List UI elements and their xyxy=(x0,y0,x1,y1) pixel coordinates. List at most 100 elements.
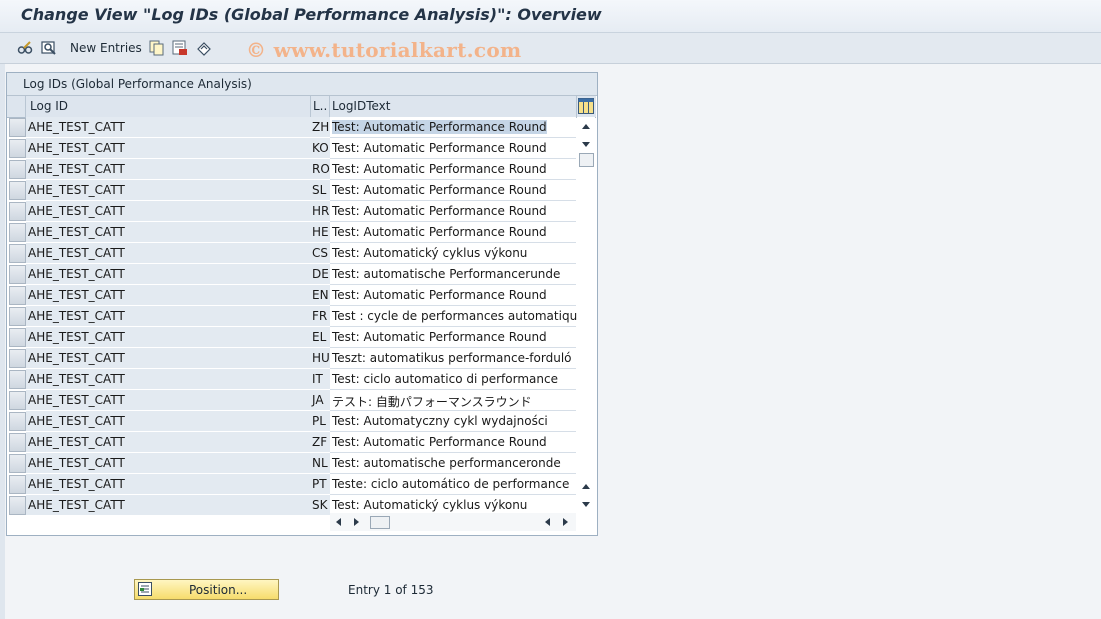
logid-text-cell[interactable]: Test: Automatyczny cykl wydajności xyxy=(330,411,576,432)
row-selector[interactable] xyxy=(9,265,26,284)
language-cell[interactable]: RO xyxy=(311,159,330,180)
log-id-cell[interactable]: AHE_TEST_CATT xyxy=(26,264,311,285)
table-row[interactable]: AHE_TEST_CATT PL Test: Automatyczny cykl… xyxy=(7,411,597,432)
row-selector[interactable] xyxy=(9,454,26,473)
copy-icon[interactable] xyxy=(149,40,165,56)
row-selector[interactable] xyxy=(9,433,26,452)
row-selector[interactable] xyxy=(9,202,26,221)
table-row[interactable]: AHE_TEST_CATT KO Test: Automatic Perform… xyxy=(7,138,597,159)
table-row[interactable]: AHE_TEST_CATT NL Test: automatische perf… xyxy=(7,453,597,474)
language-cell[interactable]: EN xyxy=(311,285,330,306)
row-selector[interactable] xyxy=(9,370,26,389)
logid-text-cell[interactable]: Test: Automatic Performance Round xyxy=(330,327,576,348)
display-change-icon[interactable] xyxy=(41,40,57,56)
scroll-right-icon[interactable] xyxy=(354,518,359,526)
row-selector[interactable] xyxy=(9,412,26,431)
table-row[interactable]: AHE_TEST_CATT IT Test: ciclo automatico … xyxy=(7,369,597,390)
language-cell[interactable]: KO xyxy=(311,138,330,159)
logid-text-cell[interactable]: Test: Automatic Performance Round xyxy=(330,222,576,243)
log-id-cell[interactable]: AHE_TEST_CATT xyxy=(26,180,311,201)
log-id-cell[interactable]: AHE_TEST_CATT xyxy=(26,348,311,369)
log-id-cell[interactable]: AHE_TEST_CATT xyxy=(26,117,311,138)
vertical-scrollbar[interactable] xyxy=(577,117,595,513)
logid-text-cell[interactable]: Teszt: automatikus performance-forduló xyxy=(330,348,576,369)
table-row[interactable]: AHE_TEST_CATT EL Test: Automatic Perform… xyxy=(7,327,597,348)
row-selector[interactable] xyxy=(9,496,26,515)
language-cell[interactable]: EL xyxy=(311,327,330,348)
language-cell[interactable]: CS xyxy=(311,243,330,264)
log-id-cell[interactable]: AHE_TEST_CATT xyxy=(26,474,311,495)
language-cell[interactable]: HU xyxy=(311,348,330,369)
scroll-left-icon[interactable] xyxy=(336,518,341,526)
column-header-logid-text[interactable]: LogIDText xyxy=(330,96,577,118)
logid-text-cell[interactable]: Test: automatische Performancerunde xyxy=(330,264,576,285)
table-row[interactable]: AHE_TEST_CATT JA テスト: 自動パフォーマンスラウンド xyxy=(7,390,597,411)
row-selector[interactable] xyxy=(9,139,26,158)
language-cell[interactable]: PT xyxy=(311,474,330,495)
log-id-cell[interactable]: AHE_TEST_CATT xyxy=(26,201,311,222)
scroll-right-end-icon[interactable] xyxy=(563,518,568,526)
row-selector[interactable] xyxy=(9,181,26,200)
scroll-page-up-icon[interactable] xyxy=(582,484,590,489)
glasses-edit-icon[interactable] xyxy=(17,40,33,56)
language-cell[interactable]: PL xyxy=(311,411,330,432)
row-selector[interactable] xyxy=(9,223,26,242)
language-cell[interactable]: DE xyxy=(311,264,330,285)
row-selector[interactable] xyxy=(9,328,26,347)
table-row[interactable]: AHE_TEST_CATT FR Test : cycle de perform… xyxy=(7,306,597,327)
row-selector[interactable] xyxy=(9,307,26,326)
log-id-cell[interactable]: AHE_TEST_CATT xyxy=(26,432,311,453)
logid-text-cell[interactable]: Teste: ciclo automático de performance xyxy=(330,474,576,495)
table-row[interactable]: AHE_TEST_CATT HR Test: Automatic Perform… xyxy=(7,201,597,222)
table-row[interactable]: AHE_TEST_CATT EN Test: Automatic Perform… xyxy=(7,285,597,306)
logid-text-cell[interactable]: Test: Automatic Performance Round xyxy=(330,138,576,159)
log-id-cell[interactable]: AHE_TEST_CATT xyxy=(26,369,311,390)
language-cell[interactable]: NL xyxy=(311,453,330,474)
language-cell[interactable]: HR xyxy=(311,201,330,222)
language-cell[interactable]: FR xyxy=(311,306,330,327)
logid-text-cell[interactable]: Test: ciclo automatico di performance xyxy=(330,369,576,390)
horizontal-scrollbar[interactable] xyxy=(330,513,576,531)
table-row[interactable]: AHE_TEST_CATT ZH Test: Automatic Perform… xyxy=(7,117,597,138)
table-row[interactable]: AHE_TEST_CATT HU Teszt: automatikus perf… xyxy=(7,348,597,369)
logid-text-cell[interactable]: テスト: 自動パフォーマンスラウンド xyxy=(330,390,576,411)
row-selector[interactable] xyxy=(9,244,26,263)
row-selector[interactable] xyxy=(9,118,26,137)
log-id-cell[interactable]: AHE_TEST_CATT xyxy=(26,222,311,243)
scroll-left-end-icon[interactable] xyxy=(545,518,550,526)
language-cell[interactable]: HE xyxy=(311,222,330,243)
logid-text-cell[interactable]: Test : cycle de performances automatique xyxy=(330,306,585,327)
scroll-thumb[interactable] xyxy=(579,153,594,167)
language-cell[interactable]: ZF xyxy=(311,432,330,453)
log-id-cell[interactable]: AHE_TEST_CATT xyxy=(26,453,311,474)
undo-icon[interactable] xyxy=(196,40,212,56)
table-row[interactable]: AHE_TEST_CATT RO Test: Automatic Perform… xyxy=(7,159,597,180)
row-selector[interactable] xyxy=(9,349,26,368)
logid-text-cell[interactable]: Test: Automatic Performance Round xyxy=(330,201,576,222)
language-cell[interactable]: SL xyxy=(311,180,330,201)
row-selector[interactable] xyxy=(9,160,26,179)
select-all-header[interactable] xyxy=(7,96,26,118)
column-header-log-id[interactable]: Log ID xyxy=(26,96,311,118)
delete-icon[interactable] xyxy=(172,40,188,56)
new-entries-button[interactable]: New Entries xyxy=(70,41,142,55)
logid-text-cell[interactable]: Test: Automatický cyklus výkonu xyxy=(330,243,576,264)
scroll-page-down-icon[interactable] xyxy=(582,142,590,147)
row-selector[interactable] xyxy=(9,286,26,305)
position-button[interactable]: Position... xyxy=(134,579,279,600)
column-settings-button[interactable] xyxy=(577,96,596,118)
logid-text-cell[interactable]: Test: Automatic Performance Round xyxy=(330,159,576,180)
row-selector[interactable] xyxy=(9,391,26,410)
h-scroll-thumb[interactable] xyxy=(370,516,390,529)
language-cell[interactable]: IT xyxy=(311,369,330,390)
scroll-up-icon[interactable] xyxy=(582,124,590,129)
logid-text-cell[interactable]: Test: Automatic Performance Round xyxy=(330,180,576,201)
language-cell[interactable]: JA xyxy=(311,390,330,411)
log-id-cell[interactable]: AHE_TEST_CATT xyxy=(26,285,311,306)
table-row[interactable]: AHE_TEST_CATT SL Test: Automatic Perform… xyxy=(7,180,597,201)
log-id-cell[interactable]: AHE_TEST_CATT xyxy=(26,411,311,432)
log-id-cell[interactable]: AHE_TEST_CATT xyxy=(26,306,311,327)
scroll-down-icon[interactable] xyxy=(582,502,590,507)
log-id-cell[interactable]: AHE_TEST_CATT xyxy=(26,138,311,159)
logid-text-cell[interactable]: Test: Automatic Performance Round xyxy=(330,285,576,306)
